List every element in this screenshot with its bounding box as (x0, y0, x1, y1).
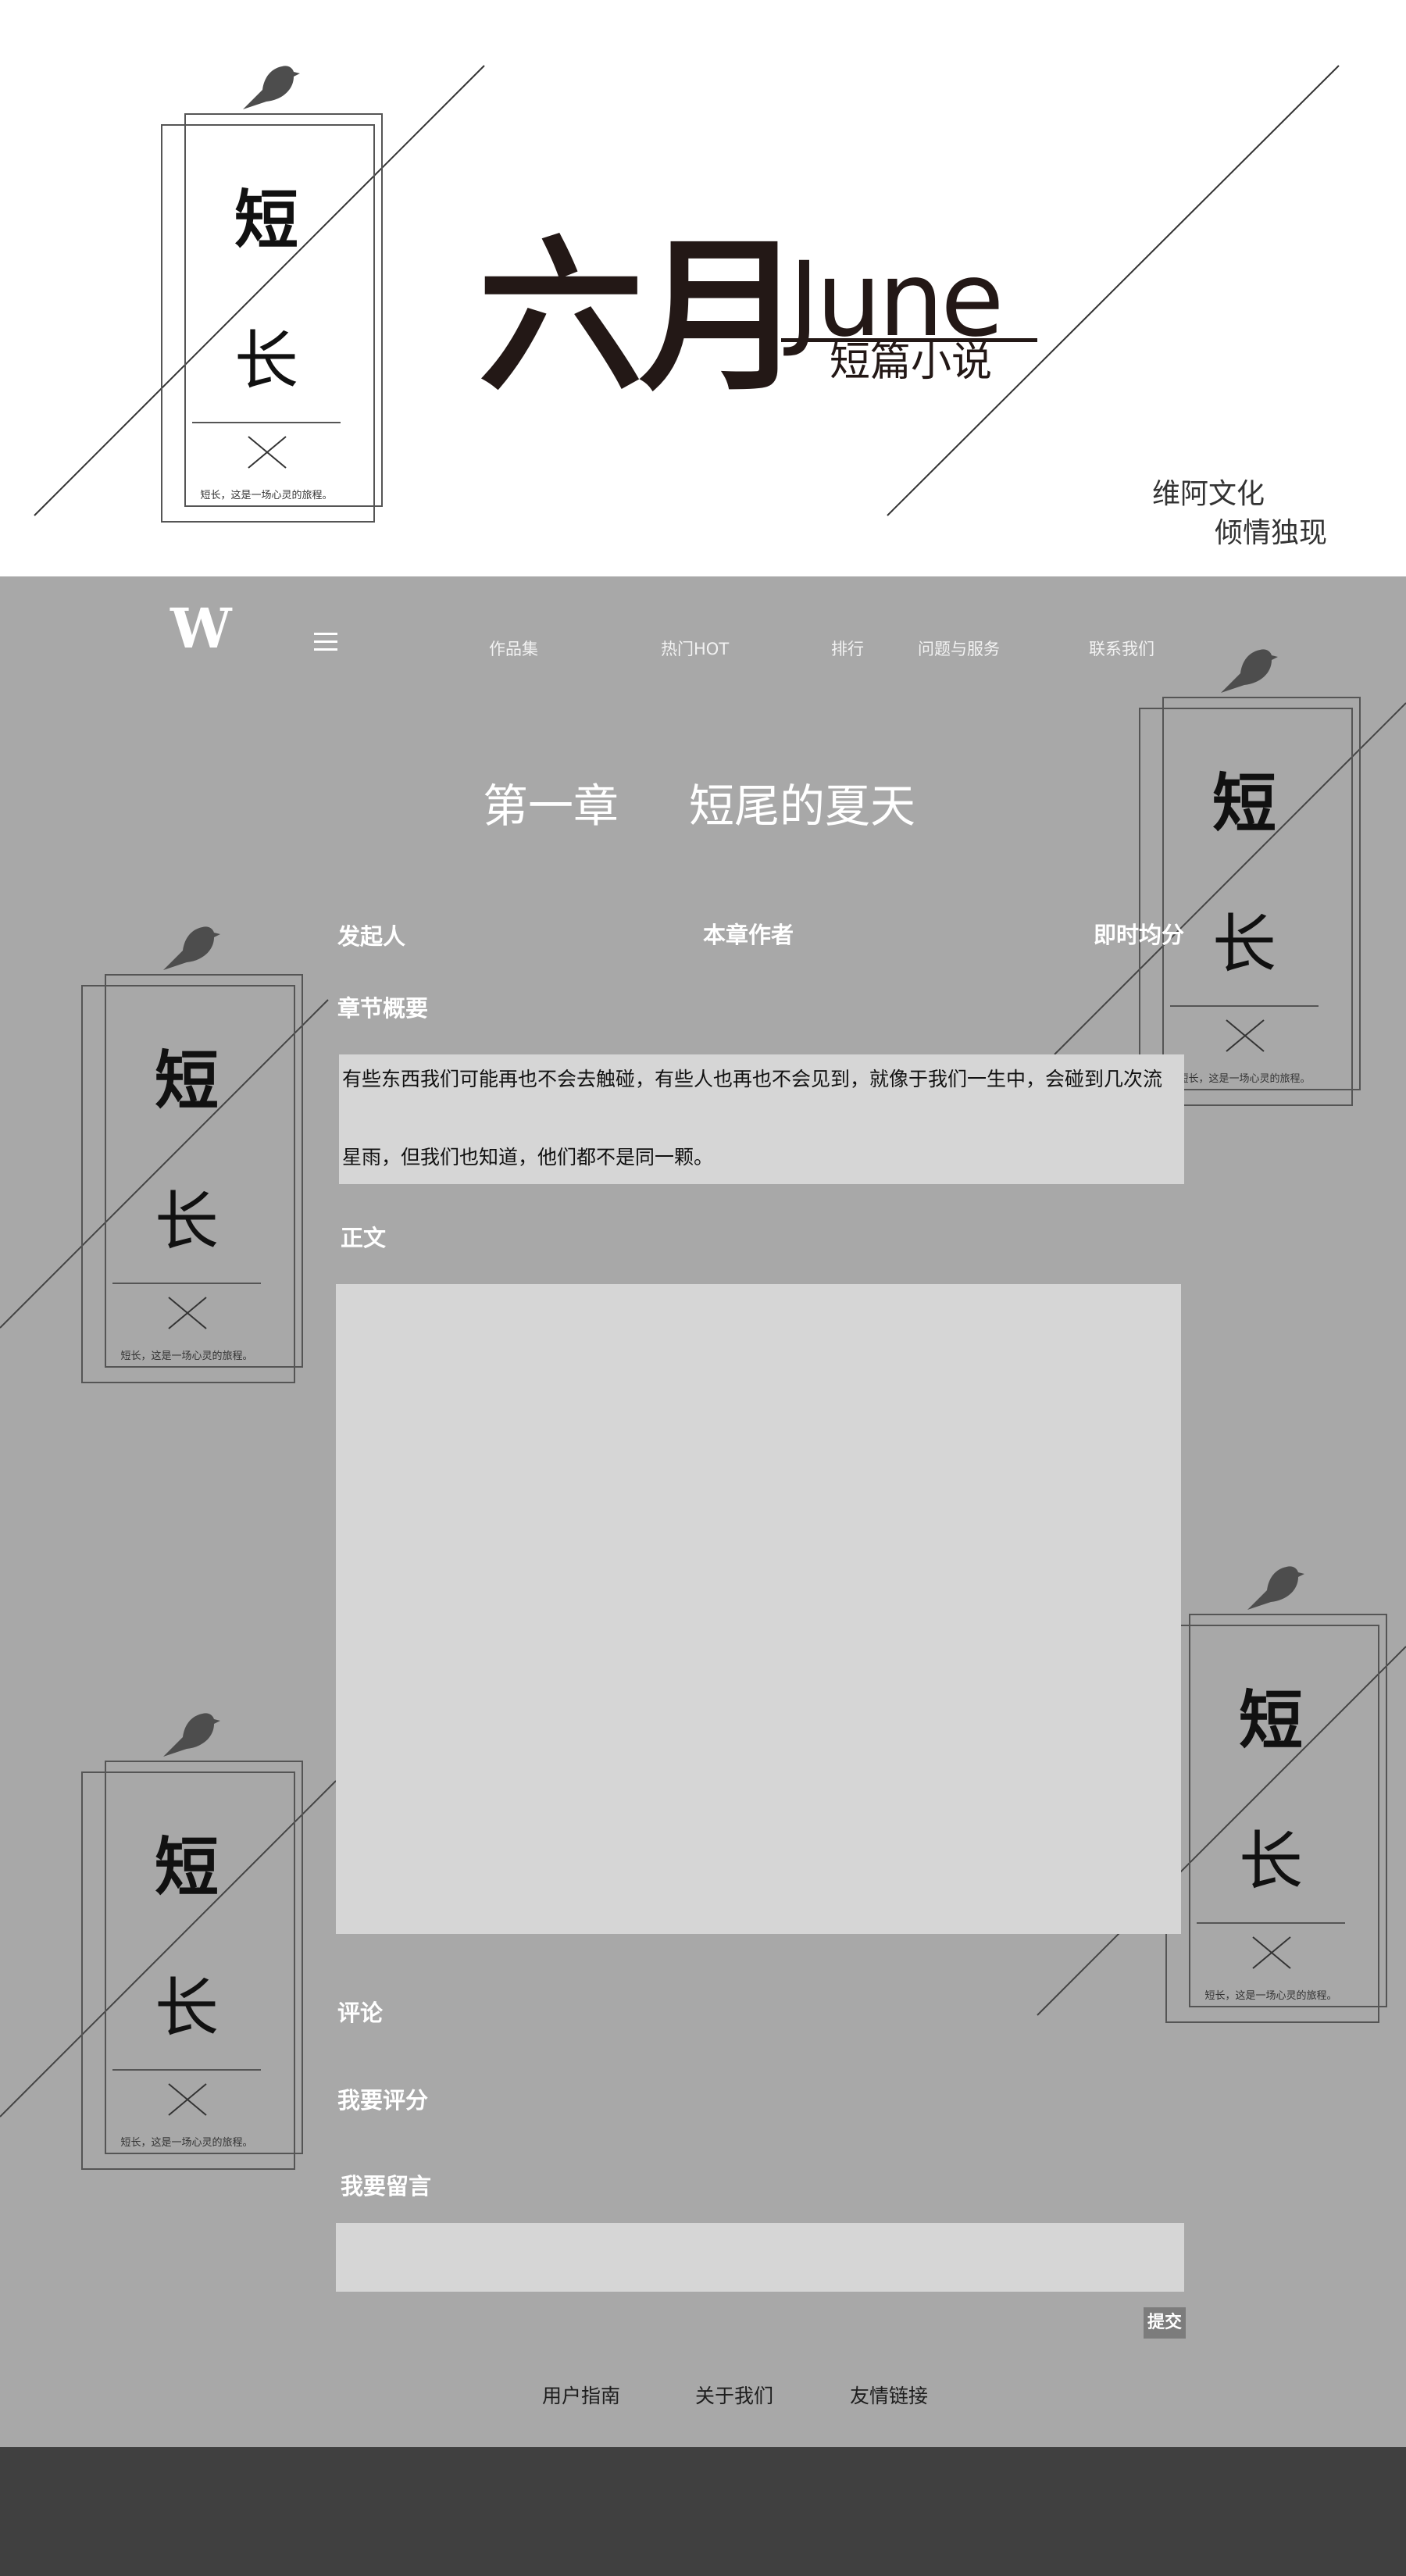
bookmark-card: 短 长 短长，这是一场心灵的旅程。 (81, 1713, 316, 2170)
initiator-label: 发起人 (337, 923, 406, 950)
card-caption: 短长，这是一场心灵的旅程。 (120, 2137, 253, 2149)
nav-item-service[interactable]: 问题与服务 (918, 637, 1000, 660)
message-input[interactable] (336, 2223, 1184, 2292)
score-label: 即时均分 (1094, 922, 1185, 948)
bookmark-card: 短 长 短长，这是一场心灵的旅程。 (161, 66, 395, 523)
card-caption: 短长，这是一场心灵的旅程。 (120, 1350, 253, 1362)
nav-item-hot[interactable]: 热门HOT (661, 637, 729, 660)
cross-icon (1252, 1936, 1291, 1969)
card-caption: 短长，这是一场心灵的旅程。 (1204, 1990, 1337, 2002)
body-text-area[interactable] (336, 1284, 1181, 1934)
card-divider (1170, 1005, 1319, 1007)
cross-icon (168, 1297, 207, 1329)
footer-link-about[interactable]: 关于我们 (695, 2381, 773, 2409)
hero-title-latin: June (789, 240, 1004, 360)
chapter-number: 第一章 (483, 780, 619, 833)
summary-text: 有些东西我们可能再也不会去触碰，有些人也再也不会见到，就像于我们一生中，会碰到几… (342, 1068, 1163, 1168)
chapter-title: 短尾的夏天 (689, 780, 916, 833)
comments-label: 评论 (337, 2000, 384, 2026)
card-char-bottom: 长 (1238, 1825, 1303, 1899)
hamburger-icon[interactable] (314, 633, 337, 653)
message-label: 我要留言 (341, 2173, 432, 2200)
footer-link-friends[interactable]: 友情链接 (850, 2381, 928, 2409)
card-char-top: 短 (154, 1044, 219, 1119)
nav-item-works[interactable]: 作品集 (489, 637, 538, 660)
site-logo[interactable]: W (170, 601, 232, 656)
submit-button[interactable]: 提交 (1144, 2307, 1186, 2339)
card-caption: 短长，这是一场心灵的旅程。 (200, 490, 333, 501)
bird-icon (163, 926, 220, 970)
bird-icon (1221, 649, 1278, 693)
cross-icon (248, 436, 287, 469)
footer-link-guide[interactable]: 用户指南 (542, 2381, 620, 2409)
summary-label: 章节概要 (337, 995, 429, 1022)
cross-icon (1226, 1019, 1265, 1052)
hero-slogan-line1: 维阿文化 (1152, 478, 1265, 510)
author-label: 本章作者 (703, 922, 794, 948)
cross-icon (168, 2083, 207, 2116)
nav-item-ranking[interactable]: 排行 (831, 637, 864, 660)
rate-label[interactable]: 我要评分 (337, 2082, 428, 2115)
hero-slogan-line2: 倾情独现 (1215, 517, 1328, 549)
bird-icon (243, 66, 300, 109)
card-divider (112, 2069, 261, 2071)
bird-icon (163, 1713, 220, 1757)
card-divider (192, 422, 341, 423)
card-char-bottom: 长 (154, 1185, 219, 1259)
nav-item-contact[interactable]: 联系我们 (1089, 637, 1154, 660)
card-divider (1197, 1922, 1345, 1924)
bookmark-card: 短 长 短长，这是一场心灵的旅程。 (1165, 1566, 1400, 2023)
hero-title: 六月 (478, 220, 805, 413)
body-label: 正文 (341, 1225, 387, 1251)
card-char-top: 短 (154, 1831, 219, 1905)
card-char-bottom: 长 (234, 324, 298, 398)
bird-icon (1247, 1566, 1304, 1610)
hero-subtitle: 短篇小说 (830, 339, 993, 386)
card-divider (112, 1283, 261, 1284)
card-char-top: 短 (1238, 1684, 1303, 1758)
summary-panel: 有些东西我们可能再也不会去触碰，有些人也再也不会见到，就像于我们一生中，会碰到几… (339, 1054, 1184, 1184)
bookmark-card: 短 长 短长，这是一场心灵的旅程。 (81, 926, 316, 1383)
card-char-top: 短 (234, 184, 298, 258)
card-char-top: 短 (1212, 767, 1276, 841)
card-char-bottom: 长 (154, 1971, 219, 2046)
